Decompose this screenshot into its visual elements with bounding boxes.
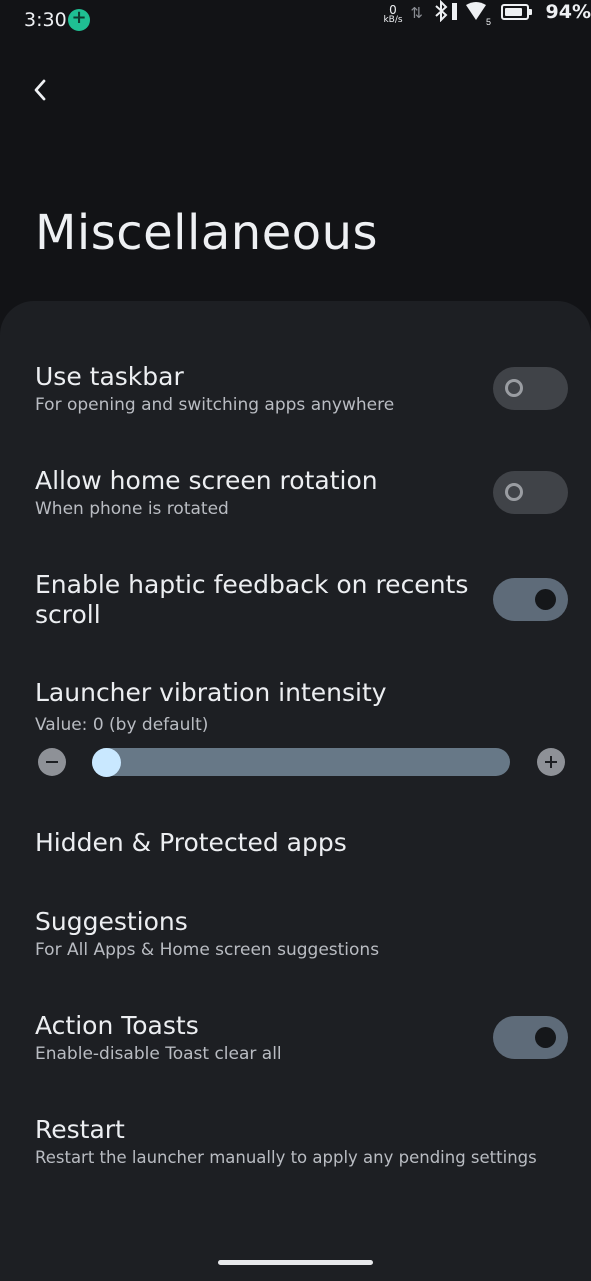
toggle-knob: [505, 379, 523, 397]
back-icon[interactable]: [26, 74, 58, 106]
toggle-knob: [535, 1027, 556, 1048]
home-rotation-toggle[interactable]: [493, 471, 568, 514]
setting-subtitle: For All Apps & Home screen suggestions: [35, 940, 380, 960]
haptic-recents-toggle[interactable]: [493, 578, 568, 621]
wifi-icon: 5: [466, 2, 491, 26]
toggle-knob: [535, 589, 556, 610]
setting-restart[interactable]: Restart Restart the launcher manually to…: [35, 1115, 580, 1169]
battery-percent: 94%: [545, 1, 591, 23]
gesture-nav-handle[interactable]: [218, 1260, 373, 1265]
decrease-icon[interactable]: [38, 748, 66, 776]
setting-title: Hidden & Protected apps: [35, 828, 347, 857]
setting-vibration-intensity: Launcher vibration intensity Value: 0 (b…: [35, 678, 575, 736]
data-activity-icon: ⇅: [410, 4, 423, 22]
setting-title: Restart: [35, 1115, 125, 1144]
setting-suggestions[interactable]: Suggestions For All Apps & Home screen s…: [35, 907, 575, 961]
clock: 3:30: [24, 9, 67, 31]
page-title: Miscellaneous: [35, 205, 379, 261]
increase-icon[interactable]: [537, 748, 565, 776]
sim-signal-icon: [452, 3, 457, 20]
setting-subtitle: Restart the launcher manually to apply a…: [35, 1148, 537, 1167]
network-speed: 0 kB/s: [381, 4, 405, 25]
vibration-slider-track[interactable]: [92, 748, 510, 776]
setting-title: Enable haptic feedback on recents scroll: [35, 570, 469, 629]
toggle-knob: [505, 483, 523, 501]
network-speed-unit: kB/s: [383, 15, 403, 25]
battery-icon: [501, 4, 532, 20]
status-bar: 3:30 0 kB/s ⇅ 5 94%: [0, 0, 591, 44]
sim-label: 5: [486, 17, 491, 26]
use-taskbar-toggle[interactable]: [493, 367, 568, 410]
setting-title: Suggestions: [35, 907, 188, 936]
setting-haptic-recents[interactable]: Enable haptic feedback on recents scroll: [35, 570, 480, 630]
vibration-value: Value: 0 (by default): [35, 715, 209, 735]
vibration-slider-thumb[interactable]: [92, 748, 121, 777]
notification-icon: [68, 7, 90, 31]
setting-hidden-apps[interactable]: Hidden & Protected apps: [35, 828, 575, 858]
setting-title: Launcher vibration intensity: [35, 678, 387, 707]
bluetooth-icon: [435, 0, 448, 22]
action-toasts-toggle[interactable]: [493, 1016, 568, 1059]
